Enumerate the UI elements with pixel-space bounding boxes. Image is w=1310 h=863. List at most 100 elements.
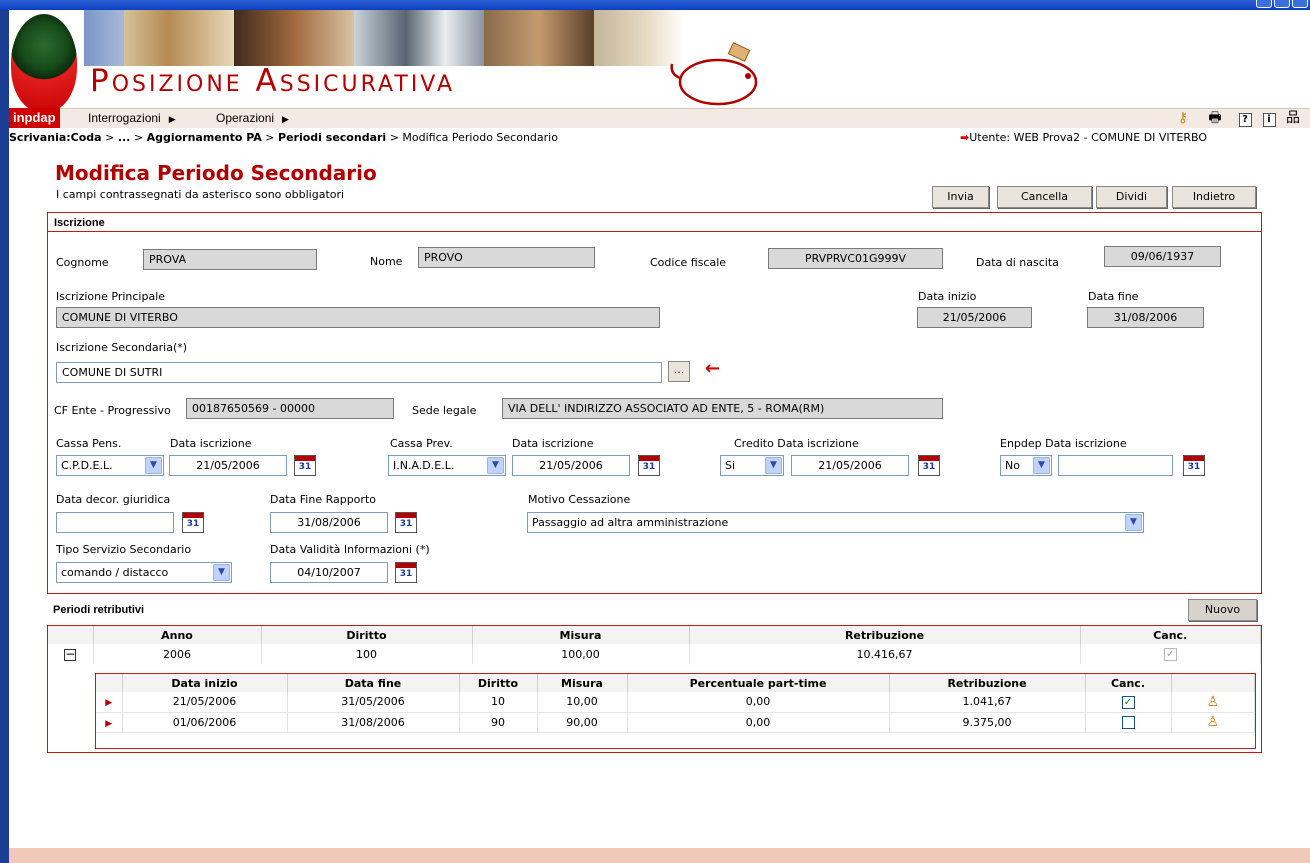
- frame-left-edge: [0, 10, 9, 863]
- cassa-pens-select[interactable]: C.P.D.E.L. ▼: [56, 455, 164, 476]
- breadcrumb-periodi[interactable]: Periodi secondari: [278, 131, 386, 144]
- cassa-pens-data-input[interactable]: 21/05/2006: [169, 455, 287, 476]
- row-retribuzione: 1.041,67: [889, 692, 1086, 713]
- print-icon[interactable]: 🖶: [1204, 109, 1226, 127]
- row-pointer-icon: ▶: [105, 718, 113, 729]
- breadcrumb-ellipsis[interactable]: ...: [118, 131, 131, 144]
- chevron-down-icon: ▼: [487, 457, 504, 474]
- col-misura: Misura: [472, 626, 690, 644]
- cassa-prev-data-input[interactable]: 21/05/2006: [512, 455, 630, 476]
- collapse-icon[interactable]: −: [64, 648, 77, 661]
- iscrizione-title: Iscrizione: [54, 217, 105, 229]
- breadcrumb-aggiornamento[interactable]: Aggiornamento PA: [147, 131, 262, 144]
- minimize-icon[interactable]: [1256, 0, 1272, 8]
- row-parttime: 0,00: [627, 692, 890, 713]
- submenu-arrow-icon: ▶: [168, 114, 176, 124]
- cassa-pens-value: C.P.D.E.L.: [61, 459, 113, 472]
- col-retribuzione: Retribuzione: [689, 626, 1081, 644]
- cf-ente-label: CF Ente - Progressivo: [54, 404, 171, 417]
- dividi-button[interactable]: Dividi: [1096, 186, 1167, 208]
- year-canc-checkbox: ✓: [1163, 647, 1177, 661]
- calendar-icon[interactable]: 31: [182, 512, 204, 533]
- user-info: ➡Utente: WEB Prova2 - COMUNE DI VITERBO: [960, 131, 1207, 144]
- menu-operazioni-label: Operazioni: [216, 111, 275, 125]
- table-row[interactable]: ▶ 01/06/2006 31/08/2006 90 90,00 0,00 9.…: [96, 712, 1255, 733]
- menu-interrogazioni[interactable]: Interrogazioni ▶: [88, 111, 176, 125]
- row-data-fine: 31/08/2006: [287, 712, 460, 733]
- enpdep-label: Enpdep Data iscrizione: [1000, 437, 1127, 450]
- fine-rapporto-input[interactable]: 31/08/2006: [270, 512, 388, 533]
- section-divider: [48, 231, 1261, 232]
- menu-operazioni[interactable]: Operazioni ▶: [216, 111, 289, 125]
- info-icon[interactable]: i: [1258, 109, 1280, 127]
- menu-bar: [9, 108, 1310, 128]
- iscrizione-principale-field: COMUNE DI VITERBO: [56, 307, 660, 328]
- calendar-icon[interactable]: 31: [638, 455, 660, 476]
- col-parttime: Percentuale part-time: [627, 674, 890, 692]
- row-diritto: 10: [459, 692, 538, 713]
- nuovo-button[interactable]: Nuovo: [1188, 599, 1257, 621]
- invia-button[interactable]: Invia: [932, 186, 989, 208]
- table-row[interactable]: ▶ 21/05/2006 31/05/2006 10 10,00 0,00 1.…: [96, 692, 1255, 713]
- sede-legale-label: Sede legale: [412, 404, 477, 417]
- maximize-icon[interactable]: [1274, 0, 1290, 8]
- calendar-icon[interactable]: 31: [294, 455, 316, 476]
- year-diritto: 100: [261, 644, 473, 664]
- chevron-down-icon: ▼: [213, 564, 230, 581]
- row-data-inizio: 01/06/2006: [122, 712, 288, 733]
- canc-checkbox[interactable]: [1121, 715, 1135, 729]
- data-nascita-field: 09/06/1937: [1104, 246, 1221, 267]
- year-table-header: Anno Diritto Misura Retribuzione Canc.: [48, 626, 1261, 644]
- data-fine-label: Data fine: [1088, 290, 1139, 303]
- data-inizio-label: Data inizio: [918, 290, 977, 303]
- cassa-prev-select[interactable]: I.N.A.D.E.L. ▼: [388, 455, 506, 476]
- window-controls[interactable]: [1256, 0, 1308, 8]
- calendar-icon[interactable]: 31: [395, 562, 417, 583]
- nome-label: Nome: [370, 255, 403, 268]
- menu-interrogazioni-label: Interrogazioni: [88, 111, 161, 125]
- submenu-arrow-icon: ▶: [282, 114, 289, 124]
- year-retribuzione: 10.416,67: [689, 644, 1081, 664]
- col-data-inizio: Data inizio: [122, 674, 288, 692]
- window-titlebar: [0, 0, 1310, 10]
- credito-data-input[interactable]: 21/05/2006: [791, 455, 909, 476]
- cf-ente-field: 00187650569 - 00000: [186, 398, 394, 419]
- edit-person-icon[interactable]: ♙: [1206, 694, 1219, 710]
- periodi-title: Periodi retributivi: [53, 604, 145, 616]
- browse-ente-button[interactable]: ...: [668, 361, 690, 382]
- breadcrumb-scrivania[interactable]: Scrivania:Coda: [9, 131, 102, 144]
- inpdap-logo: inpdap: [9, 108, 60, 128]
- credito-select[interactable]: Si ▼: [720, 455, 784, 476]
- calendar-icon[interactable]: 31: [1183, 455, 1205, 476]
- tipo-servizio-select[interactable]: comando / distacco ▼: [56, 562, 232, 583]
- year-misura: 100,00: [472, 644, 690, 664]
- decor-giuridica-input[interactable]: [56, 512, 174, 533]
- row-retribuzione: 9.375,00: [889, 712, 1086, 733]
- enpdep-select[interactable]: No ▼: [1000, 455, 1052, 476]
- key-icon[interactable]: ⚷: [1172, 109, 1194, 127]
- arrow-left-icon: ←: [705, 358, 721, 379]
- canc-checkbox[interactable]: ✓: [1121, 695, 1135, 709]
- help-icon[interactable]: ?: [1234, 109, 1256, 127]
- indietro-button[interactable]: Indietro: [1172, 186, 1256, 208]
- col-canc: Canc.: [1085, 674, 1172, 692]
- sitemap-icon[interactable]: 品: [1282, 109, 1304, 127]
- nome-field: PROVO: [418, 247, 595, 268]
- iscrizione-secondaria-input[interactable]: COMUNE DI SUTRI: [56, 362, 662, 383]
- enpdep-data-input[interactable]: [1058, 455, 1173, 476]
- cognome-field: PROVA: [143, 249, 317, 270]
- data-validita-input[interactable]: 04/10/2007: [270, 562, 388, 583]
- edit-person-icon[interactable]: ♙: [1206, 714, 1219, 730]
- motivo-cessazione-select[interactable]: Passaggio ad altra amministrazione ▼: [527, 512, 1144, 533]
- col-diritto: Diritto: [459, 674, 538, 692]
- cassa-prev-data-label: Data iscrizione: [512, 437, 594, 450]
- cancella-button[interactable]: Cancella: [997, 186, 1092, 208]
- col-misura: Misura: [537, 674, 628, 692]
- close-icon[interactable]: [1292, 0, 1308, 8]
- arrow-right-icon: ➡: [960, 131, 970, 144]
- calendar-icon[interactable]: 31: [395, 512, 417, 533]
- status-bar: [9, 848, 1310, 863]
- breadcrumb-current: Modifica Periodo Secondario: [402, 131, 558, 144]
- calendar-icon[interactable]: 31: [918, 455, 940, 476]
- breadcrumb: Scrivania:Coda > ... > Aggiornamento PA …: [9, 131, 558, 144]
